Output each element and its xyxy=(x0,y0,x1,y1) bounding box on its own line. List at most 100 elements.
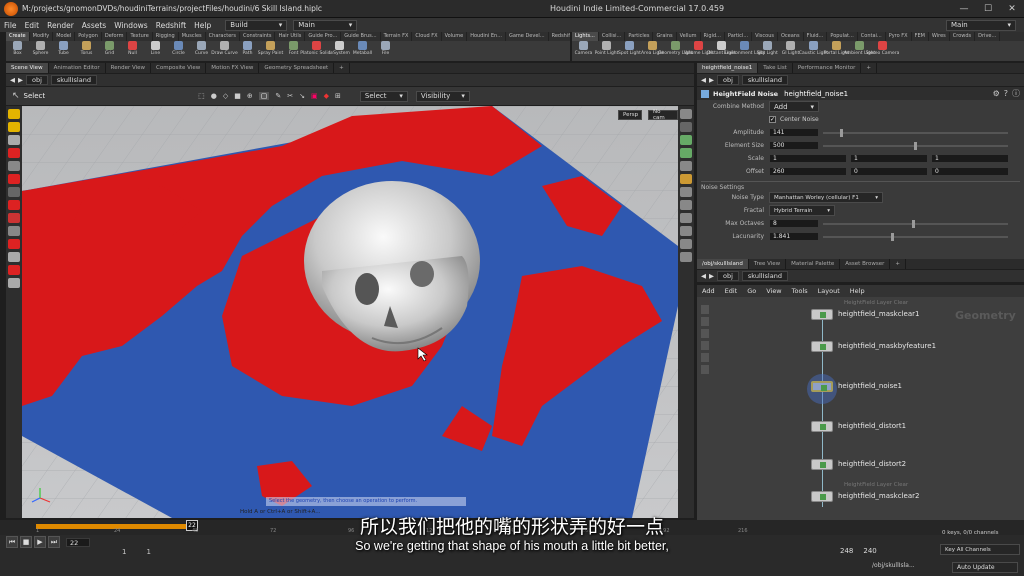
shelf-tool-button[interactable]: Camera xyxy=(572,41,595,56)
network-node[interactable]: HeightField Layer Clear heightfield_maskc… xyxy=(811,300,919,321)
offset-y-field[interactable]: 0 xyxy=(850,167,928,176)
shelf-tool-button[interactable]: Spot Light xyxy=(618,41,641,56)
pane-tab[interactable]: heightfield_noise1 xyxy=(697,63,759,73)
amplitude-slider[interactable] xyxy=(823,128,1008,137)
noise-type-dropdown[interactable]: Manhattan Worley (cellular) F1 ▾ xyxy=(769,192,883,203)
shelf-tab[interactable]: Redshift xyxy=(549,32,570,41)
shelf-tool-button[interactable]: Grid xyxy=(98,41,121,56)
lasso-select-icon[interactable]: ✎ xyxy=(275,92,281,100)
build-dropdown[interactable]: Build ▾ xyxy=(225,19,288,31)
slider-knob[interactable] xyxy=(913,141,917,150)
xray-icon[interactable] xyxy=(680,239,692,249)
network-node[interactable]: HeightField Layer Clear heightfield_maskc… xyxy=(811,482,919,503)
shelf-tab[interactable]: Oceans xyxy=(778,32,804,41)
edges-mode-icon[interactable]: ◇ xyxy=(223,92,228,100)
network-menu-item[interactable]: Edit xyxy=(720,287,743,295)
node-box[interactable] xyxy=(811,340,833,352)
network-node[interactable]: heightfield_distort1 xyxy=(811,419,906,433)
select-connected-icon[interactable]: ◆ xyxy=(324,92,329,100)
wireframe-icon[interactable] xyxy=(680,148,692,158)
network-tool-icon[interactable] xyxy=(701,329,709,338)
network-node[interactable]: heightfield_maskbyfeature1 xyxy=(811,339,936,353)
back-arrow-icon[interactable]: ◀ xyxy=(701,76,706,84)
path-obj[interactable]: obj xyxy=(26,75,48,85)
path-skullisland[interactable]: skullIsland xyxy=(741,75,788,85)
select-groups-icon[interactable]: ▣ xyxy=(311,92,318,100)
shelf-tab[interactable]: Texture xyxy=(127,32,153,41)
network-tool-icon[interactable] xyxy=(701,365,709,374)
shelf-tool-button[interactable]: Sky Light xyxy=(756,41,779,56)
shelf-tab[interactable]: Rigid... xyxy=(701,32,725,41)
shelf-tab[interactable]: Crowds xyxy=(950,32,976,41)
pane-tab[interactable]: Performance Monitor xyxy=(793,63,862,73)
close-button[interactable]: ✕ xyxy=(1000,4,1024,14)
path-skullisland[interactable]: skullIsland xyxy=(741,271,788,281)
shelf-tool-button[interactable]: Box xyxy=(6,41,29,56)
magnet-icon[interactable] xyxy=(8,213,20,223)
shelf-tool-button[interactable]: Torus xyxy=(75,41,98,56)
vertices-mode-icon[interactable]: ⊕ xyxy=(247,92,253,100)
menu-edit[interactable]: Edit xyxy=(21,21,44,30)
rotate-tool-icon[interactable] xyxy=(8,135,20,145)
brush-select-icon[interactable]: ✂ xyxy=(287,92,293,100)
shelf-tab[interactable]: Wires xyxy=(929,32,950,41)
shelf-tab[interactable]: Guide Brus... xyxy=(341,32,381,41)
lacunarity-slider[interactable] xyxy=(823,232,1008,241)
shelf-tab[interactable]: Vellum xyxy=(677,32,701,41)
network-menu-item[interactable]: Layout xyxy=(813,287,845,295)
pose-tool-icon[interactable] xyxy=(8,174,20,184)
menu-help[interactable]: Help xyxy=(190,21,215,30)
shelf-tab[interactable]: Viscous xyxy=(752,32,778,41)
node-name-field[interactable]: heightfield_noise1 xyxy=(784,90,848,98)
maximize-button[interactable]: ☐ xyxy=(976,4,1000,14)
select-tool-icon[interactable] xyxy=(8,109,20,119)
shelf-tab[interactable]: Cloud FX xyxy=(412,32,442,41)
flipbook-icon[interactable] xyxy=(8,278,20,288)
add-tab-icon[interactable]: + xyxy=(890,259,906,269)
network-editor[interactable]: Geometry HeightField Layer Clear heightfi… xyxy=(697,297,1024,520)
measure-tool-icon[interactable] xyxy=(8,252,20,262)
pane-tab[interactable]: Tree View xyxy=(749,259,787,269)
amplitude-field[interactable]: 141 xyxy=(769,128,819,137)
shelf-tab[interactable]: Deform xyxy=(102,32,128,41)
combine-method-dropdown[interactable]: Add ▾ xyxy=(769,101,819,112)
scale-tool-icon[interactable] xyxy=(8,148,20,158)
move-tool-icon[interactable] xyxy=(8,122,20,132)
max-octaves-slider[interactable] xyxy=(823,219,1008,228)
pane-tab[interactable]: Asset Browser xyxy=(840,259,891,269)
persp-dropdown[interactable]: Persp xyxy=(618,110,642,120)
minimize-button[interactable]: — xyxy=(952,4,976,14)
scene-viewport[interactable]: Persp No cam Select the geometry, then c… xyxy=(22,106,678,518)
select-tool-icon[interactable]: ↖ xyxy=(12,91,20,101)
shelf-tab[interactable]: Particles xyxy=(625,32,654,41)
node-box[interactable] xyxy=(811,308,833,320)
shelf-tab[interactable]: Constraints xyxy=(240,32,276,41)
node-box[interactable] xyxy=(807,373,837,404)
add-tab-icon[interactable]: + xyxy=(334,63,350,73)
shelf-tool-button[interactable]: Spray Paint xyxy=(258,41,283,56)
shelf-tool-button[interactable]: L-System xyxy=(328,41,351,56)
network-tool-icon[interactable] xyxy=(701,353,709,362)
pane-tab[interactable]: Animation Editor xyxy=(49,63,106,73)
network-menu-item[interactable]: Help xyxy=(845,287,870,295)
lighting-icon[interactable] xyxy=(680,122,692,132)
network-tool-icon[interactable] xyxy=(701,317,709,326)
forward-arrow-icon[interactable]: ▶ xyxy=(709,76,714,84)
pane-tab[interactable]: Material Palette xyxy=(786,259,841,269)
network-menu-item[interactable]: View xyxy=(761,287,786,295)
network-menu-item[interactable]: Add xyxy=(697,287,720,295)
shelf-tab[interactable]: Pyro FX xyxy=(886,32,912,41)
path-obj[interactable]: obj xyxy=(717,75,739,85)
network-tool-icon[interactable] xyxy=(701,341,709,350)
network-node[interactable]: heightfield_distort2 xyxy=(811,457,906,471)
network-menu-item[interactable]: Go xyxy=(742,287,761,295)
node-box[interactable] xyxy=(811,490,833,502)
shelf-tab[interactable]: Drive... xyxy=(975,32,1001,41)
right-desktop-dropdown[interactable]: Main ▾ xyxy=(946,19,1016,31)
gear-icon[interactable]: ⚙ xyxy=(993,89,1000,98)
display-options-icon[interactable] xyxy=(680,109,692,119)
shelf-tab[interactable]: FEM xyxy=(912,32,929,41)
shelf-tab[interactable]: Modify xyxy=(30,32,54,41)
points-mode-icon[interactable]: ● xyxy=(211,92,217,100)
primitives-mode-icon[interactable]: ■ xyxy=(234,92,241,100)
